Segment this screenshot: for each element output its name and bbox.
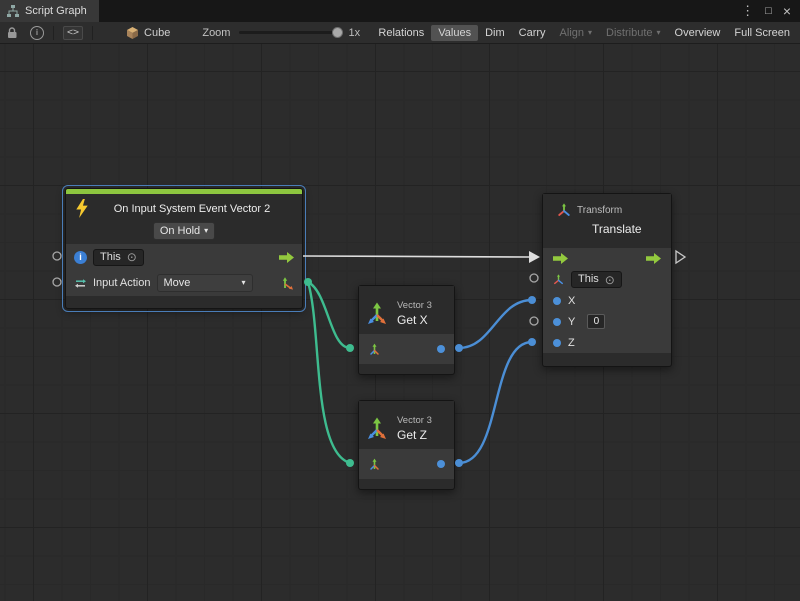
node-title: Get X	[397, 313, 432, 327]
tab-bar: Script Graph ⋮ □ ×	[0, 0, 800, 23]
tab-script-graph[interactable]: Script Graph	[0, 0, 99, 22]
toolbar-button-fullscreen[interactable]: Full Screen	[727, 25, 797, 41]
event-mode-dropdown[interactable]: On Hold ▾	[153, 222, 215, 240]
transform-z-row: Z	[543, 332, 671, 353]
vector3-icon	[365, 416, 389, 440]
node-type: Vector 3	[397, 415, 432, 426]
transform-y-row: Y 0	[543, 311, 671, 332]
get-x-port-row	[359, 334, 454, 364]
chevron-down-icon: ▾	[241, 279, 245, 287]
script-graph-icon	[7, 5, 19, 17]
node-title: On Input System Event Vector 2	[90, 203, 294, 215]
window-controls: ⋮ □ ×	[741, 0, 800, 22]
input-action-icon	[74, 277, 87, 290]
this-object-field[interactable]: This ⊙	[93, 249, 144, 266]
float-input-port[interactable]	[553, 339, 561, 347]
node-get-z[interactable]: Vector 3 Get Z	[358, 400, 455, 490]
transform-icon	[557, 203, 571, 217]
toolbar-separator	[92, 26, 93, 40]
float-output-port[interactable]	[437, 460, 445, 468]
toolbar-button-distribute[interactable]: Distribute ▾	[599, 25, 667, 41]
toolbar-buttons: Relations Values Dim Carry Align ▾ Distr…	[371, 25, 800, 41]
node-get-x[interactable]: Vector 3 Get X	[358, 285, 455, 375]
chevron-down-icon: ▾	[204, 227, 208, 235]
info-icon[interactable]: i	[30, 26, 44, 40]
port-x-label: X	[568, 295, 575, 307]
event-input-action-row: Input Action Move ▾	[66, 270, 302, 296]
toolbar-button-overview[interactable]: Overview	[668, 25, 728, 41]
close-icon[interactable]: ×	[783, 3, 791, 19]
object-name: Cube	[144, 27, 170, 39]
lightning-icon	[74, 199, 90, 218]
port-z-label: Z	[568, 337, 575, 349]
transform-mini-icon	[553, 274, 564, 285]
node-type: Transform	[577, 205, 622, 216]
zoom-slider[interactable]	[239, 31, 339, 34]
float-output-port[interactable]	[437, 345, 445, 353]
zoom-label: Zoom	[202, 27, 230, 39]
toolbar-button-values[interactable]: Values	[431, 25, 478, 41]
toolbar-button-dim[interactable]: Dim	[478, 25, 512, 41]
zoom-value: 1x	[348, 27, 360, 39]
transform-flow-row	[543, 248, 671, 269]
object-info-icon: i	[74, 251, 87, 264]
toolbar-button-relations[interactable]: Relations	[371, 25, 431, 41]
maximize-icon[interactable]: □	[765, 5, 772, 17]
node-transform-translate[interactable]: Transform Translate This ⊙	[542, 193, 672, 367]
vector2-output-port[interactable]	[280, 276, 294, 290]
vector3-icon	[365, 301, 389, 325]
menu-kebab-icon[interactable]: ⋮	[741, 3, 754, 19]
toolbar-separator	[53, 26, 54, 40]
graph-toolbar: i <> Cube Zoom 1x Relations Values Dim C…	[0, 22, 800, 44]
chevron-down-icon: ▾	[588, 29, 592, 37]
event-this-row: i This ⊙	[66, 244, 302, 270]
code-icon[interactable]: <>	[63, 26, 83, 40]
port-y-label: Y	[568, 316, 575, 328]
input-action-dropdown[interactable]: Move ▾	[157, 274, 253, 292]
node-title: Translate	[592, 222, 662, 236]
cube-icon	[126, 26, 139, 40]
transform-this-row: This ⊙	[543, 269, 671, 290]
this-object-field[interactable]: This ⊙	[571, 271, 622, 288]
toolbar-button-align[interactable]: Align ▾	[553, 25, 599, 41]
flow-output-port[interactable]	[646, 253, 661, 264]
zoom-slider-knob[interactable]	[332, 27, 343, 38]
lock-icon[interactable]	[6, 26, 18, 39]
float-input-port[interactable]	[553, 297, 561, 305]
node-title: Get Z	[397, 428, 432, 442]
chevron-down-icon: ▾	[657, 29, 661, 37]
object-picker-icon[interactable]: ⊙	[605, 275, 615, 285]
transform-x-row: X	[543, 290, 671, 311]
input-action-label: Input Action	[93, 277, 151, 289]
y-value-input[interactable]: 0	[587, 314, 605, 329]
flow-output-port[interactable]	[279, 252, 294, 263]
node-type: Vector 3	[397, 300, 432, 311]
object-picker-icon[interactable]: ⊙	[127, 252, 137, 262]
get-z-port-row	[359, 449, 454, 479]
node-on-input-system-event[interactable]: On Input System Event Vector 2 On Hold ▾…	[65, 188, 303, 309]
graph-object-breadcrumb[interactable]: Cube	[126, 26, 170, 40]
float-input-port[interactable]	[553, 318, 561, 326]
vector3-input-port[interactable]	[368, 458, 381, 471]
toolbar-button-carry[interactable]: Carry	[512, 25, 553, 41]
flow-input-port[interactable]	[553, 253, 568, 264]
vector3-input-port[interactable]	[368, 343, 381, 356]
tab-title: Script Graph	[25, 5, 87, 17]
